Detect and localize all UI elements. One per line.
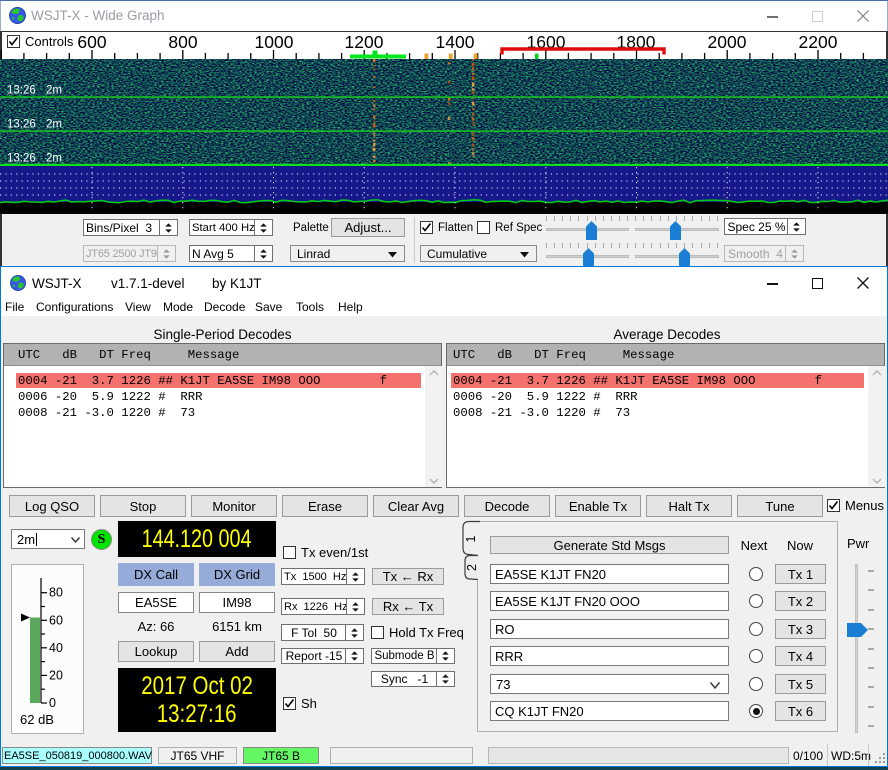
svg-text:1400: 1400 bbox=[436, 32, 475, 52]
svg-text:1: 1 bbox=[464, 535, 478, 542]
svg-text:2m: 2m bbox=[46, 153, 62, 165]
svg-text:13:26: 13:26 bbox=[7, 119, 36, 131]
svg-text:40: 40 bbox=[49, 641, 63, 655]
svg-text:2: 2 bbox=[465, 564, 479, 571]
svg-text:1200: 1200 bbox=[345, 32, 384, 52]
svg-text:13:26: 13:26 bbox=[7, 153, 36, 165]
svg-text:800: 800 bbox=[168, 32, 197, 52]
svg-text:600: 600 bbox=[77, 32, 106, 52]
svg-text:2m: 2m bbox=[46, 119, 62, 131]
svg-text:80: 80 bbox=[49, 586, 63, 600]
svg-text:13:26: 13:26 bbox=[7, 85, 36, 97]
svg-text:20: 20 bbox=[49, 668, 63, 682]
svg-text:0: 0 bbox=[49, 696, 56, 710]
svg-text:2000: 2000 bbox=[708, 32, 747, 52]
svg-text:2m: 2m bbox=[46, 85, 62, 97]
svg-text:60: 60 bbox=[49, 613, 63, 627]
svg-text:1000: 1000 bbox=[255, 32, 294, 52]
svg-text:2200: 2200 bbox=[799, 32, 838, 52]
